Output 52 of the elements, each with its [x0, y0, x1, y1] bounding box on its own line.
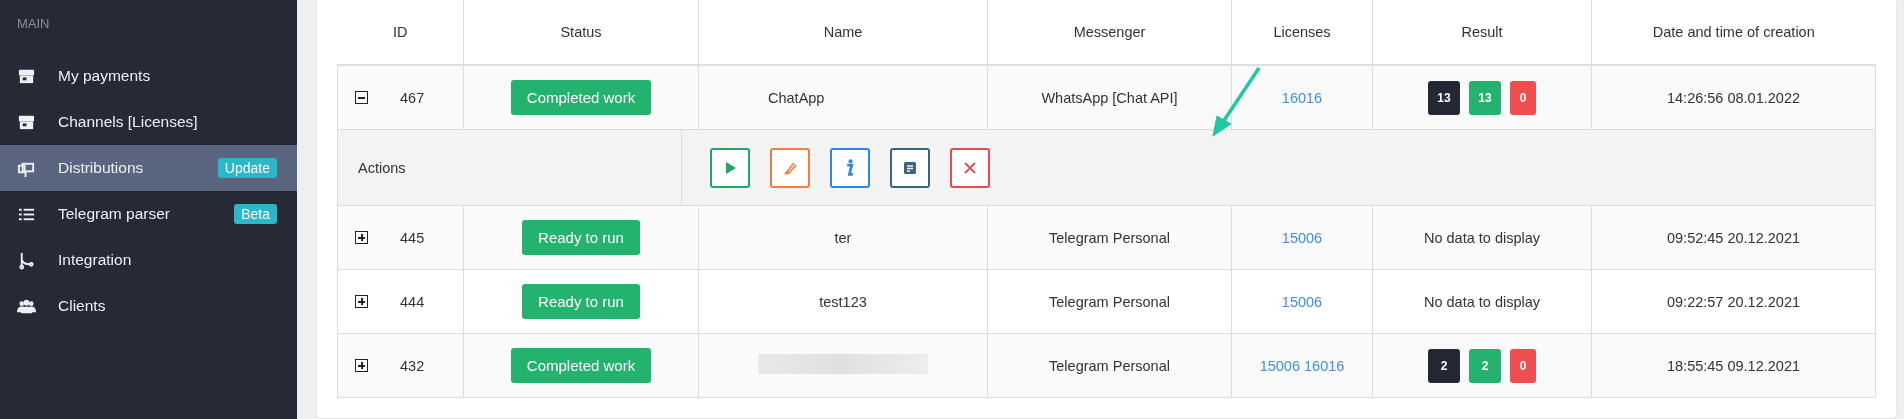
status-button[interactable]: Completed work	[510, 80, 652, 115]
table-cell: 09:22:57 20.12.2021	[1591, 269, 1876, 334]
result-count: 0	[1510, 348, 1536, 383]
name-text: ChatApp	[768, 89, 826, 106]
table-cell: 14:26:56 08.01.2022	[1591, 65, 1876, 130]
sidebar-item[interactable]: Distributions Update	[0, 145, 297, 191]
expand-toggle[interactable]	[355, 231, 368, 244]
license-link[interactable]: 15006 16016	[1259, 357, 1345, 374]
license-link[interactable]: 15006	[1281, 293, 1323, 310]
info-icon	[846, 159, 854, 176]
status-button[interactable]: Ready to run	[522, 284, 640, 319]
result-count: 13	[1469, 80, 1501, 115]
play-button[interactable]	[710, 147, 750, 188]
section-heading: MAIN	[16, 16, 51, 31]
license-link[interactable]: 16016	[1281, 89, 1323, 106]
collapse-toggle[interactable]	[355, 91, 368, 104]
close-button[interactable]	[950, 147, 990, 188]
table-cell: Telegram Personal	[987, 205, 1232, 270]
result-count: 13	[1428, 80, 1460, 115]
name-text: ter	[834, 229, 852, 246]
empty-text: No data to display	[1423, 293, 1541, 310]
sidebar-item[interactable]: Channels [Licenses]	[0, 99, 297, 145]
result-count: 2	[1469, 348, 1501, 383]
badge-label: Update	[217, 158, 277, 178]
document-button[interactable]	[890, 147, 930, 188]
license-link[interactable]: 15006	[1281, 229, 1323, 246]
name-text: test123	[819, 293, 867, 310]
result-count: 0	[1510, 80, 1536, 115]
table-cell: 09:52:45 20.12.2021	[1591, 205, 1876, 270]
table-cell: Telegram Personal	[987, 269, 1232, 334]
expand-toggle[interactable]	[355, 295, 368, 308]
id-text: 432	[400, 357, 425, 374]
table-cell: 18:55:45 09.12.2021	[1591, 333, 1876, 398]
id-text: 467	[400, 89, 425, 106]
id-text: 445	[400, 229, 425, 246]
branch-icon	[17, 250, 36, 270]
sidebar-item[interactable]: Telegram parser Beta	[0, 191, 297, 237]
status-button[interactable]: Completed work	[510, 348, 652, 383]
sidebar-item[interactable]: Clients	[0, 283, 297, 329]
sidebar-item[interactable]: My payments	[0, 53, 297, 99]
table-cell: WhatsApp [Chat API]	[987, 65, 1232, 130]
table-cell: Telegram Personal	[987, 333, 1232, 398]
empty-text: No data to display	[1423, 229, 1541, 246]
expand-toggle[interactable]	[355, 359, 368, 372]
info-button[interactable]	[830, 147, 870, 188]
status-button[interactable]: Ready to run	[522, 220, 640, 255]
sidebar-item[interactable]: Integration	[0, 237, 297, 283]
result-count: 2	[1428, 348, 1460, 383]
badge-label: Beta	[234, 204, 277, 224]
actions-label: Actions	[358, 159, 406, 176]
id-text: 444	[400, 293, 425, 310]
pen-button[interactable]	[770, 147, 810, 188]
